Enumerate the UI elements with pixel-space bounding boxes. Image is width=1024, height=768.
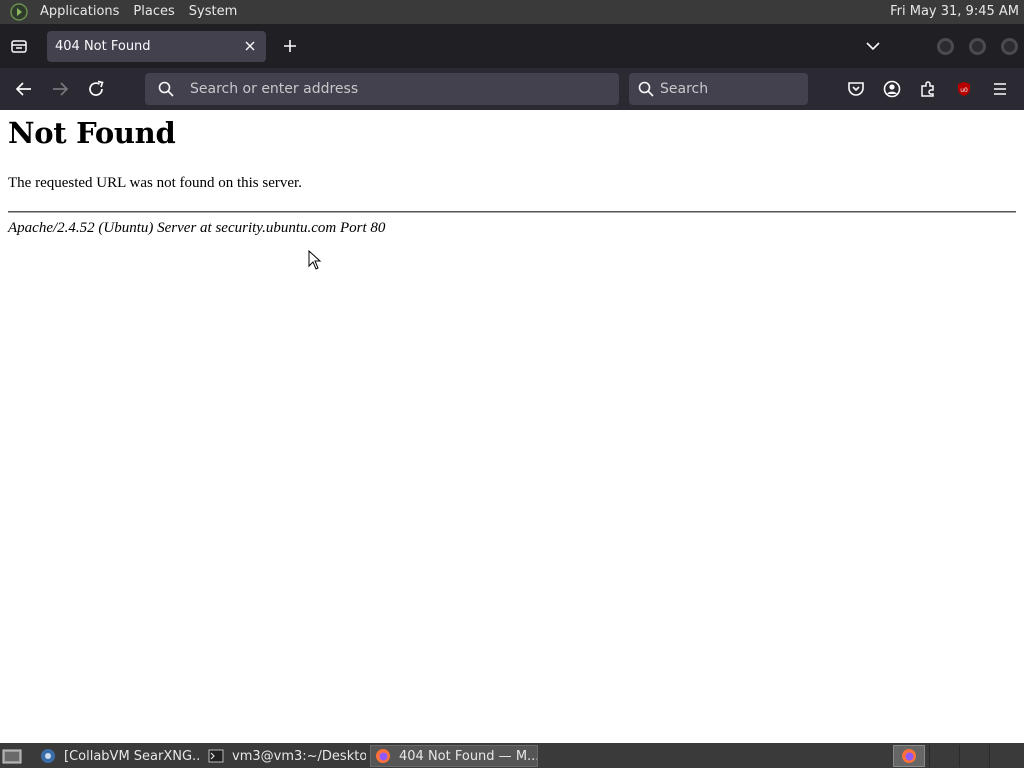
forward-arrow-icon[interactable]: [49, 78, 71, 100]
places-menu[interactable]: Places: [126, 0, 181, 24]
page-heading: Not Found: [8, 116, 176, 150]
applications-menu[interactable]: Applications: [33, 0, 126, 24]
browser-globe-icon: [40, 748, 56, 764]
workspace-3[interactable]: [989, 745, 1019, 767]
error-message: The requested URL was not found on this …: [8, 175, 302, 191]
mouse-cursor-icon: [308, 249, 322, 270]
maximize-button[interactable]: [969, 38, 986, 55]
back-arrow-icon[interactable]: [13, 78, 35, 100]
address-bar[interactable]: Search or enter address: [145, 73, 619, 105]
task-label: vm3@vm3:~/Desktop: [232, 748, 366, 764]
tab-list-icon[interactable]: [9, 36, 29, 56]
reload-icon[interactable]: [85, 78, 107, 100]
taskbar: [CollabVM SearXNG... vm3@vm3:~/Desktop 4…: [0, 743, 1024, 768]
search-bar[interactable]: Search: [629, 73, 808, 105]
navigation-toolbar: Search or enter address Search u0: [0, 68, 1024, 110]
workspace-2[interactable]: [959, 745, 989, 767]
tab-title: 404 Not Found: [55, 39, 151, 54]
search-icon: [158, 81, 174, 97]
firefox-launcher-icon[interactable]: [893, 745, 925, 767]
chevron-down-icon[interactable]: [863, 36, 883, 56]
page-content: Not Found The requested URL was not foun…: [0, 110, 1024, 743]
pocket-icon[interactable]: [845, 78, 867, 100]
workspace-1[interactable]: [929, 745, 959, 767]
tab-404-not-found[interactable]: 404 Not Found: [47, 31, 266, 62]
tab-strip: 404 Not Found: [0, 24, 1024, 68]
account-icon[interactable]: [881, 78, 903, 100]
server-signature: Apache/2.4.52 (Ubuntu) Server at securit…: [8, 220, 386, 236]
task-label: 404 Not Found — M...: [399, 748, 538, 764]
hamburger-menu-icon[interactable]: [989, 78, 1011, 100]
ublock-origin-icon[interactable]: u0: [953, 78, 975, 100]
divider: [8, 211, 1016, 213]
task-label: [CollabVM SearXNG...: [64, 748, 200, 764]
svg-text:u0: u0: [960, 87, 968, 94]
taskbar-item-terminal[interactable]: vm3@vm3:~/Desktop: [204, 745, 366, 767]
clock[interactable]: Fri May 31, 9:45 AM: [890, 0, 1019, 24]
distro-logo-icon[interactable]: [9, 2, 29, 22]
new-tab-plus-icon[interactable]: [280, 36, 300, 56]
taskbar-item-firefox[interactable]: 404 Not Found — M...: [370, 745, 538, 767]
address-placeholder: Search or enter address: [190, 81, 359, 97]
show-desktop-icon[interactable]: [2, 747, 22, 765]
firefox-icon: [375, 748, 391, 764]
extensions-puzzle-icon[interactable]: [917, 78, 939, 100]
close-window-button[interactable]: [1001, 38, 1018, 55]
terminal-icon: [208, 748, 224, 764]
system-menu[interactable]: System: [182, 0, 244, 24]
minimize-button[interactable]: [937, 38, 954, 55]
taskbar-item-searxng[interactable]: [CollabVM SearXNG...: [36, 745, 200, 767]
search-icon: [638, 81, 654, 97]
top-panel: Applications Places System Fri May 31, 9…: [0, 0, 1024, 24]
close-icon[interactable]: [242, 38, 258, 54]
search-placeholder: Search: [660, 81, 709, 97]
